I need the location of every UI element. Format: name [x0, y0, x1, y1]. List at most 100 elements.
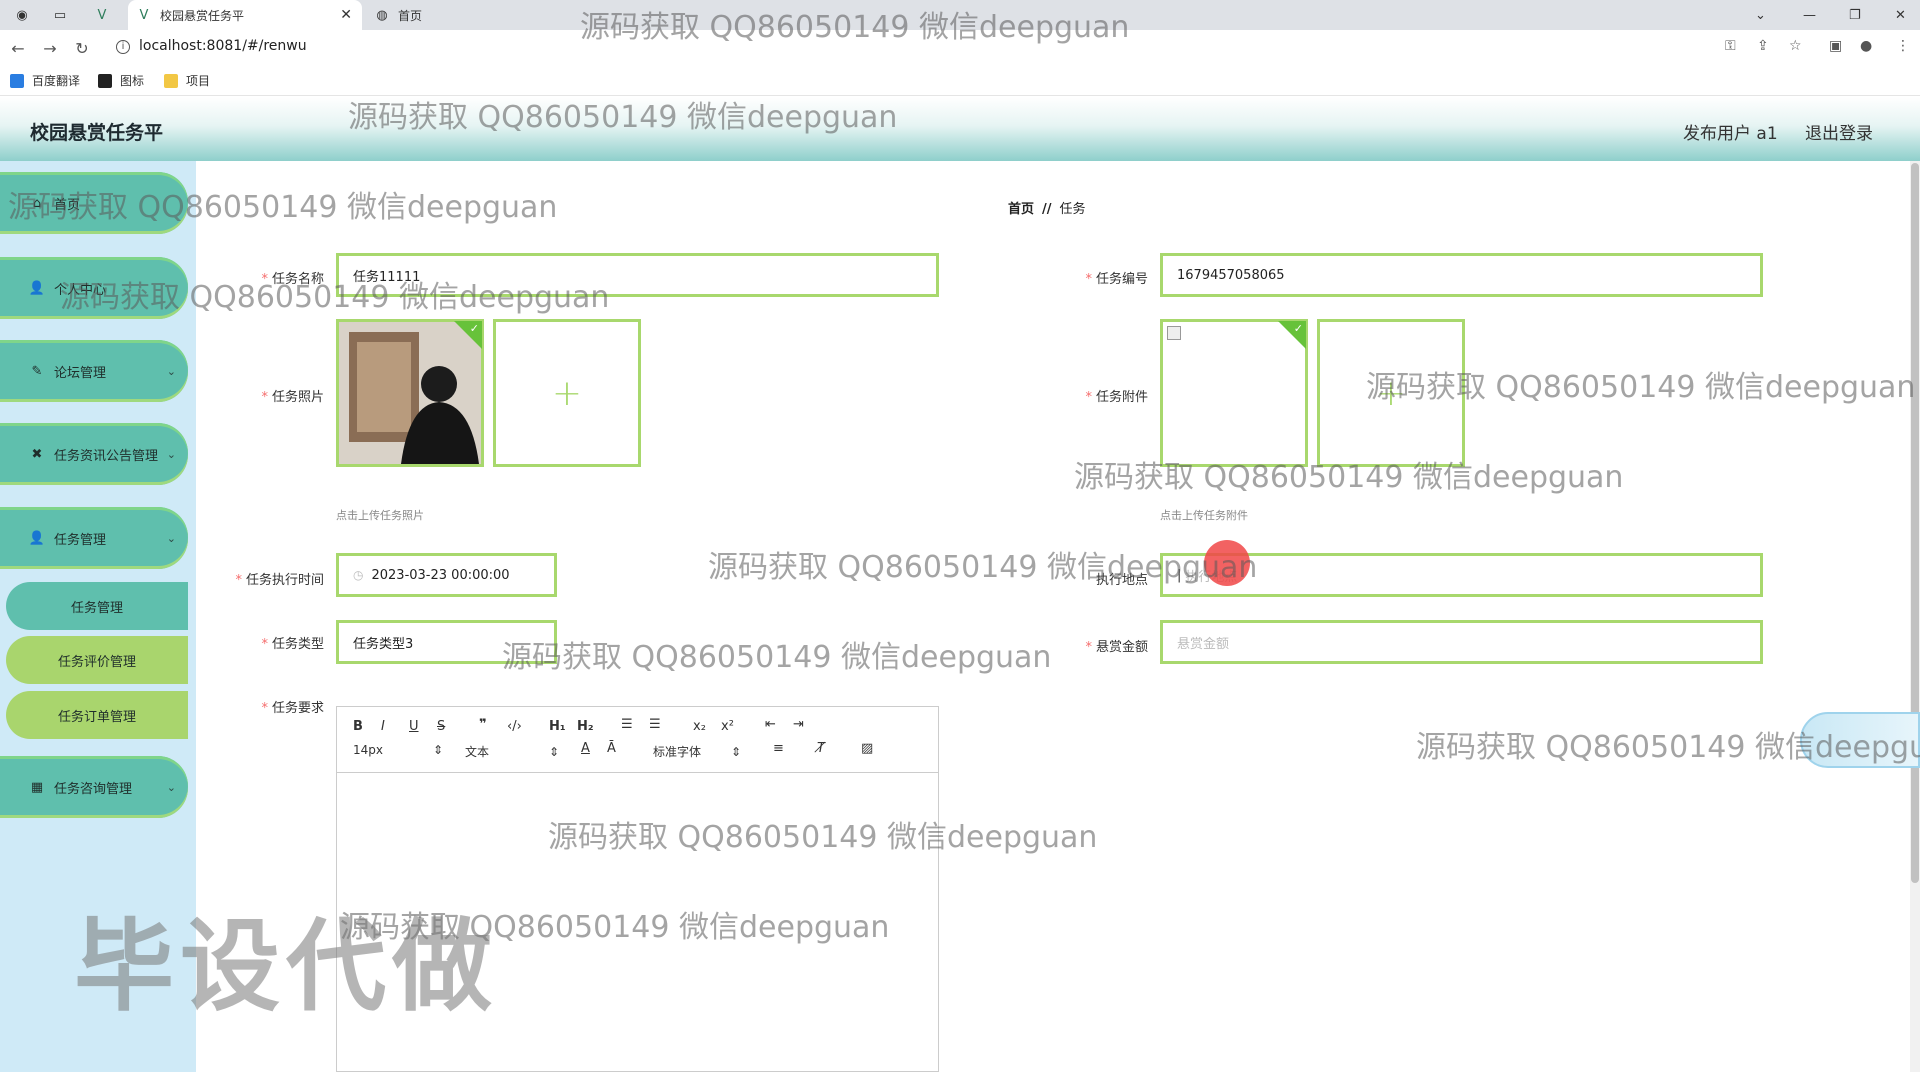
- sidebar-subitem-label: 任务订单管理: [57, 709, 136, 725]
- sidebar-item-forum[interactable]: ✎ 论坛管理 ⌄: [0, 340, 188, 402]
- indent-icon[interactable]: ⇥: [793, 717, 804, 732]
- scrollbar-thumb[interactable]: [1911, 163, 1919, 883]
- key-icon[interactable]: ⚿: [1725, 38, 1736, 54]
- minimize-icon[interactable]: —: [1803, 0, 1816, 30]
- floating-widget[interactable]: [1800, 712, 1920, 768]
- block-format-select[interactable]: 文本 ⇕: [465, 743, 559, 760]
- reward-input[interactable]: 悬赏金额: [1160, 620, 1763, 664]
- clear-format-icon[interactable]: T̸: [817, 741, 825, 756]
- font-family-select[interactable]: 标准字体 ⇕: [653, 743, 741, 760]
- rich-text-editor[interactable]: B I U S ❞ ‹/› H₁ H₂ ☰ ☰ x₂ x² ⇤ ⇥ 14px ⇕ …: [336, 706, 939, 1072]
- breadcrumb-home[interactable]: 首页: [1008, 202, 1034, 217]
- task-attachment-label: * 任务附件: [1085, 390, 1148, 405]
- cursor-highlight: [1204, 540, 1250, 586]
- sidebar-subitem-task-manage[interactable]: 任务管理: [6, 582, 188, 630]
- news-icon: ✖: [31, 446, 43, 462]
- image-icon: [98, 73, 112, 88]
- bookmark-label: 项目: [186, 74, 211, 88]
- font-color-icon[interactable]: A: [581, 741, 590, 756]
- image-icon[interactable]: ▨: [861, 741, 873, 756]
- vue-icon: V: [139, 7, 149, 23]
- code-icon[interactable]: ‹/›: [507, 719, 522, 734]
- url-text[interactable]: localhost:8081/#/renwu: [139, 38, 307, 54]
- task-photo-hint: 点击上传任务照片: [336, 509, 424, 522]
- back-icon[interactable]: ←: [8, 38, 28, 58]
- forward-icon[interactable]: →: [40, 38, 60, 58]
- home-icon: ⌂: [32, 195, 42, 211]
- more-icon[interactable]: ⋮: [1896, 38, 1910, 54]
- h1-icon[interactable]: H₁: [549, 719, 566, 734]
- app-header: [0, 97, 1920, 161]
- task-name-label: * 任务名称: [261, 272, 324, 287]
- reload-icon[interactable]: ↻: [72, 38, 92, 58]
- tab-label: 校园悬赏任务平: [160, 8, 245, 23]
- quote-icon[interactable]: ❞: [479, 717, 487, 732]
- profile-icon[interactable]: ●: [1860, 38, 1872, 54]
- chevron-down-icon: ⌄: [166, 364, 176, 378]
- subscript-icon[interactable]: x₂: [693, 719, 706, 734]
- align-icon[interactable]: ≡: [773, 741, 784, 756]
- task-attachment-hint: 点击上传任务附件: [1160, 509, 1248, 522]
- tab-blank-icon[interactable]: ▭: [52, 0, 76, 30]
- star-icon[interactable]: ☆: [1789, 38, 1802, 54]
- bold-icon[interactable]: B: [353, 719, 363, 734]
- tab-active[interactable]: V 校园悬赏任务平 ✕: [128, 0, 362, 30]
- window-close-icon[interactable]: ✕: [1895, 0, 1906, 30]
- exec-time-picker[interactable]: ◷ 2023-03-23 00:00:00: [336, 553, 557, 597]
- background-color-icon[interactable]: Ā: [607, 741, 616, 756]
- bookmark-translate[interactable]: 百度翻译: [10, 72, 80, 89]
- outdent-icon[interactable]: ⇤: [765, 717, 776, 732]
- grid-icon: ▦: [30, 779, 44, 795]
- bookmark-project[interactable]: 项目: [164, 72, 210, 89]
- sidebar-item-consult[interactable]: ▦ 任务咨询管理 ⌄: [0, 756, 188, 818]
- close-icon[interactable]: ✕: [340, 7, 352, 23]
- exec-place-input[interactable]: | 执行地点: [1160, 553, 1763, 597]
- reward-label: * 悬赏金额: [1085, 640, 1148, 655]
- translate-icon: [10, 73, 24, 88]
- sidebar-item-news[interactable]: ✖ 任务资讯公告管理 ⌄: [0, 423, 188, 485]
- h2-icon[interactable]: H₂: [577, 719, 594, 734]
- task-no-input[interactable]: 1679457058065: [1160, 253, 1763, 297]
- italic-icon[interactable]: I: [381, 719, 385, 734]
- tab-home[interactable]: ◍ 首页: [374, 0, 574, 30]
- task-photo-upload-button[interactable]: +: [493, 319, 641, 467]
- tab-vue-icon[interactable]: V: [94, 0, 118, 30]
- sidebar-subitem-task-review[interactable]: 任务评价管理: [6, 636, 188, 684]
- chevron-down-icon: ⌄: [166, 780, 176, 794]
- bullet-list-icon[interactable]: ☰: [649, 717, 661, 732]
- task-photo-thumbnail[interactable]: ✓: [336, 319, 484, 467]
- info-icon[interactable]: i: [116, 40, 130, 54]
- sidebar-item-profile[interactable]: 👤 个人中心: [0, 257, 188, 319]
- restore-icon[interactable]: ❐: [1849, 0, 1861, 30]
- sidebar-item-label: 任务咨询管理: [54, 781, 133, 797]
- sidebar-subitem-label: 任务管理: [70, 600, 123, 616]
- app-title: 校园悬赏任务平: [30, 122, 164, 144]
- strike-icon[interactable]: S: [437, 719, 445, 734]
- task-type-select[interactable]: 任务类型3: [336, 620, 557, 664]
- bookmarks-bar: [0, 66, 1920, 96]
- folder-icon: [164, 73, 178, 88]
- bookmark-icons[interactable]: 图标: [98, 72, 144, 89]
- ordered-list-icon[interactable]: ☰: [621, 717, 633, 732]
- tab-label: 首页: [398, 8, 423, 23]
- chevron-down-icon[interactable]: ⌄: [1755, 0, 1766, 30]
- requirement-label: * 任务要求: [261, 701, 324, 716]
- sidebar-item-tasks[interactable]: 👤 任务管理 ⌄: [0, 507, 188, 569]
- underline-icon[interactable]: U: [409, 719, 419, 734]
- sidebar-item-home[interactable]: ⌂ 首页: [0, 172, 188, 234]
- browser-menu-icon[interactable]: ◉: [14, 0, 38, 30]
- sidebar-item-label: 首页: [54, 197, 81, 213]
- task-attachment-thumbnail[interactable]: ✓: [1160, 319, 1308, 467]
- current-user: 发布用户 a1: [1683, 124, 1778, 144]
- superscript-icon[interactable]: x²: [721, 719, 734, 734]
- share-icon[interactable]: ⇪: [1757, 38, 1769, 54]
- check-icon: ✓: [469, 322, 479, 335]
- task-attachment-upload-button[interactable]: +: [1317, 319, 1465, 467]
- task-name-input[interactable]: 任务11111: [336, 253, 939, 297]
- forum-icon: ✎: [31, 363, 43, 379]
- bookmark-label: 图标: [120, 74, 145, 88]
- sidepanel-icon[interactable]: ▣: [1829, 38, 1842, 54]
- font-size-select[interactable]: 14px ⇕: [353, 743, 443, 757]
- logout-link[interactable]: 退出登录: [1805, 119, 1873, 144]
- sidebar-subitem-task-order[interactable]: 任务订单管理: [6, 691, 188, 739]
